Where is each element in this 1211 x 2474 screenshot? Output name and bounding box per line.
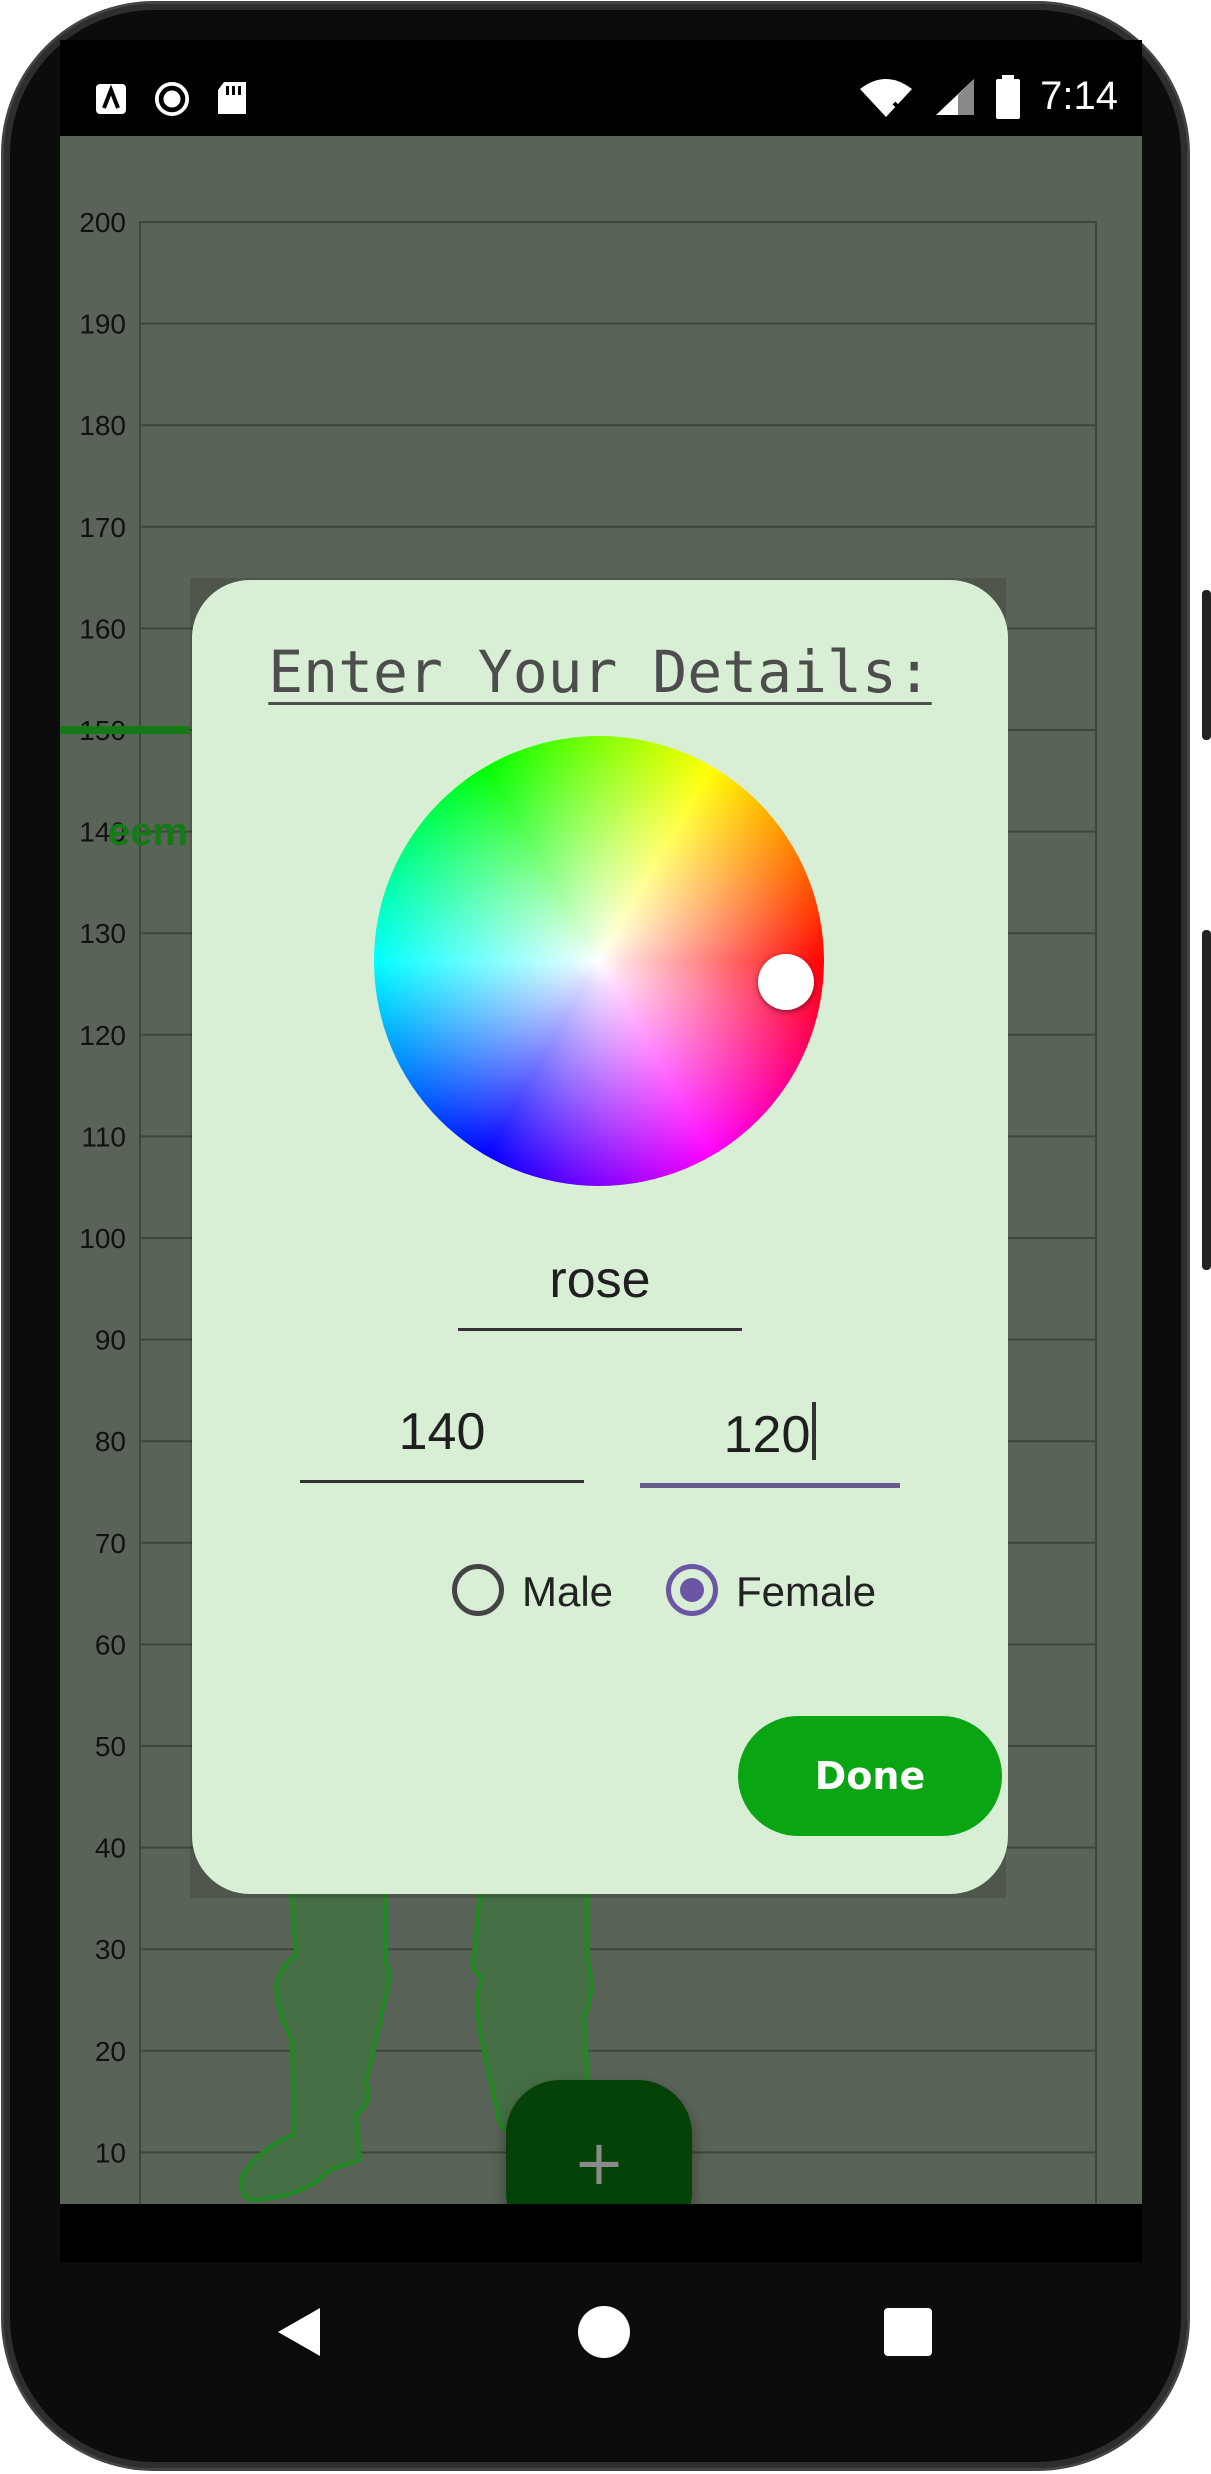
recents-icon[interactable] bbox=[878, 2302, 938, 2362]
y-tick-label: 100 bbox=[79, 1223, 126, 1254]
female-radio-label[interactable]: Female bbox=[736, 1568, 876, 1616]
second-number-value: 120 bbox=[723, 1406, 811, 1464]
navigation-bar bbox=[60, 2262, 1142, 2422]
y-tick-label: 30 bbox=[95, 1934, 126, 1965]
name-value: rose bbox=[549, 1251, 651, 1309]
text-cursor bbox=[812, 1402, 817, 1460]
y-tick-label: 160 bbox=[79, 613, 126, 644]
back-icon[interactable] bbox=[270, 2302, 330, 2362]
name-input[interactable]: rose bbox=[458, 1250, 742, 1331]
legend-label: eem bbox=[108, 810, 189, 854]
y-tick-label: 200 bbox=[79, 207, 126, 238]
wifi-icon bbox=[860, 78, 913, 117]
signal-icon bbox=[936, 78, 975, 115]
home-icon[interactable] bbox=[574, 2302, 634, 2362]
male-radio-label[interactable]: Male bbox=[522, 1568, 613, 1616]
first-number-value: 140 bbox=[398, 1403, 486, 1461]
male-radio[interactable] bbox=[452, 1564, 504, 1616]
done-button[interactable]: Done bbox=[738, 1716, 1002, 1836]
color-wheel[interactable] bbox=[374, 736, 824, 1186]
sd-card-icon bbox=[218, 82, 246, 114]
y-tick-label: 110 bbox=[81, 1121, 126, 1152]
y-tick-label: 40 bbox=[95, 1833, 126, 1864]
y-tick-label: 170 bbox=[79, 512, 126, 543]
clock: 7:14 bbox=[1040, 74, 1118, 118]
text-icon bbox=[96, 84, 126, 114]
y-tick-label: 190 bbox=[79, 309, 126, 340]
dialog-title: Enter Your Details: bbox=[268, 638, 932, 706]
screen: 7:14 20019018017016015014013012011010090… bbox=[60, 40, 1142, 2262]
power-button bbox=[1202, 930, 1211, 1270]
y-tick-label: 50 bbox=[95, 1731, 126, 1762]
record-icon bbox=[154, 81, 190, 117]
first-number-input[interactable]: 140 bbox=[300, 1402, 584, 1483]
y-tick-label: 180 bbox=[79, 410, 126, 441]
color-wheel-handle[interactable] bbox=[758, 954, 814, 1010]
navigation-bar-top bbox=[60, 2204, 1142, 2262]
y-tick-label: 80 bbox=[95, 1426, 126, 1457]
second-number-input[interactable]: 120 bbox=[640, 1402, 900, 1488]
y-tick-label: 90 bbox=[95, 1325, 126, 1356]
volume-button bbox=[1202, 590, 1211, 740]
y-tick-label: 10 bbox=[95, 2137, 126, 2168]
battery-icon bbox=[996, 74, 1021, 119]
status-bar: 7:14 bbox=[60, 40, 1142, 136]
female-radio[interactable] bbox=[666, 1564, 718, 1616]
y-tick-label: 20 bbox=[95, 2036, 126, 2067]
y-tick-label: 120 bbox=[79, 1020, 126, 1051]
y-tick-label: 70 bbox=[95, 1528, 126, 1559]
y-tick-label: 130 bbox=[79, 918, 126, 949]
details-dialog: Enter Your Details: rose 140 120 Male Fe… bbox=[192, 580, 1008, 1894]
app-content: 2001901801701601501401301201101009080706… bbox=[60, 136, 1142, 2262]
y-tick-label: 60 bbox=[95, 1629, 126, 1660]
